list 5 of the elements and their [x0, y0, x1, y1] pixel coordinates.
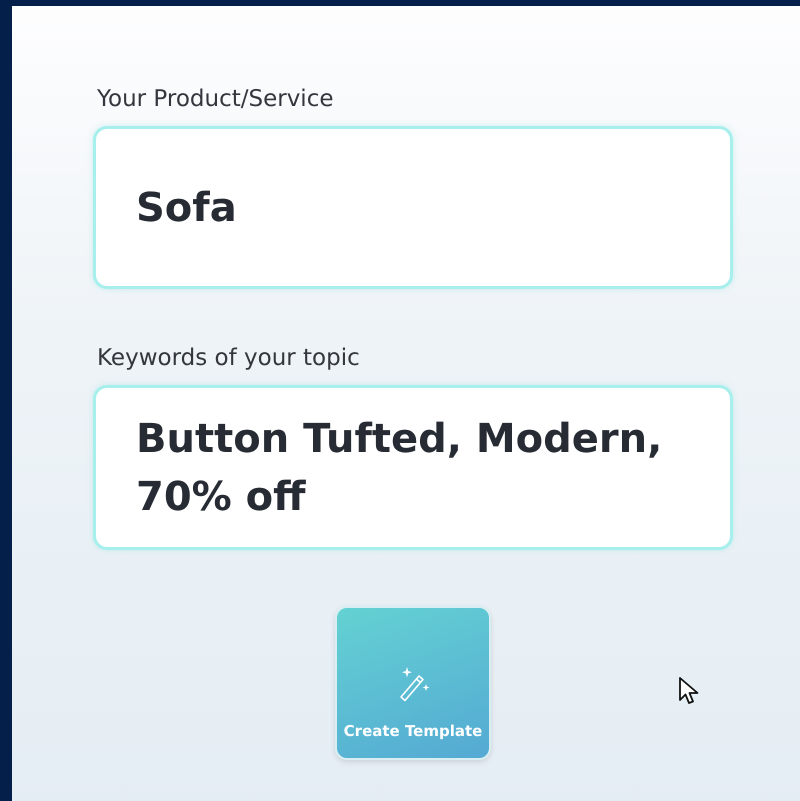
mouse-pointer-icon — [678, 676, 700, 706]
field-label: Keywords of your topic — [97, 345, 361, 371]
text-field[interactable]: Button Tufted, Modern, 70% off — [93, 385, 733, 550]
field-label: Your Product/Service — [97, 86, 334, 112]
text-field[interactable]: Sofa — [93, 126, 733, 289]
